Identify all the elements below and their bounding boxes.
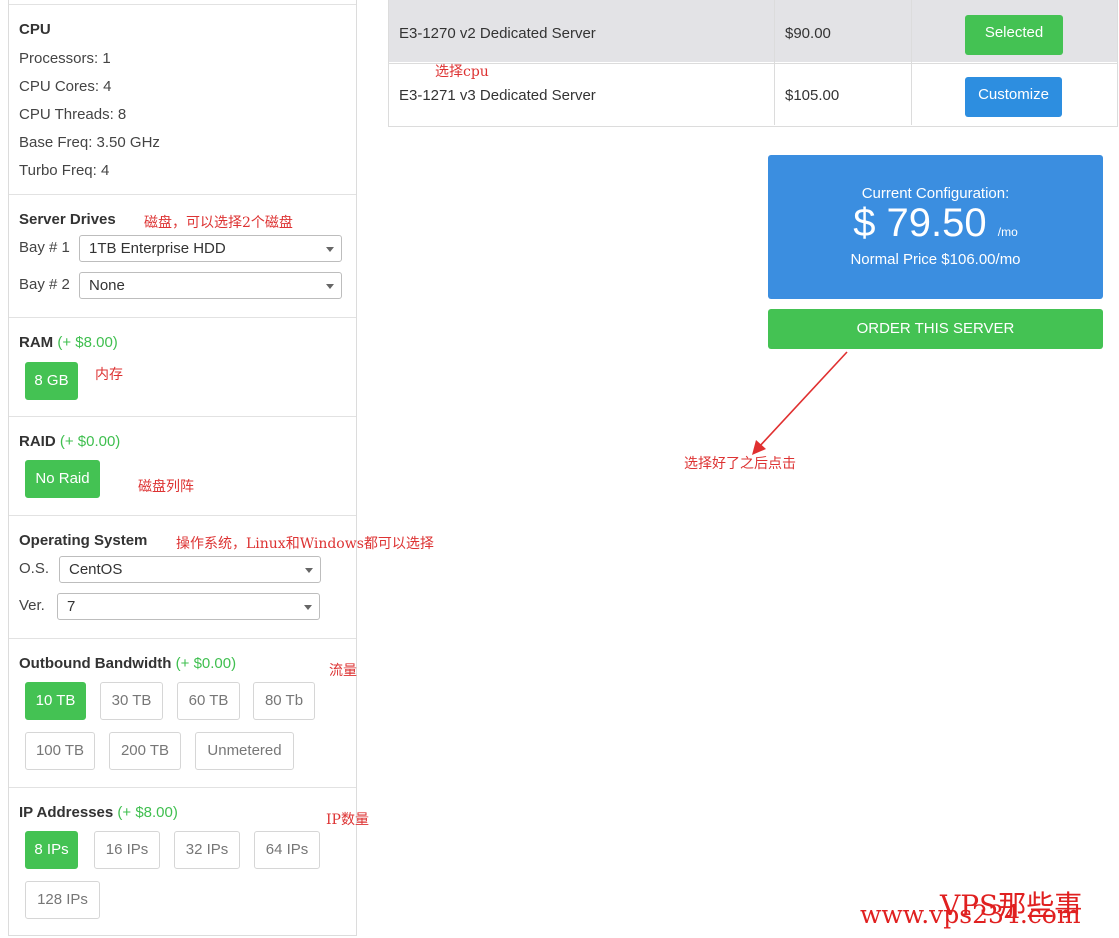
annotation-cpu: 选择cpu [435, 64, 489, 80]
cpu-section: CPU Processors: 1 CPU Cores: 4 CPU Threa… [9, 4, 356, 195]
annotation-arrow-icon [752, 351, 848, 455]
ips-title: IP Addresses (+ $8.00) [19, 804, 178, 821]
server-row-selected: E3-1270 v2 Dedicated Server $90.00 Selec… [389, 0, 1117, 62]
server-name: E3-1271 v3 Dedicated Server [399, 87, 596, 104]
bay2-value: None [89, 277, 125, 294]
ip-option[interactable]: 64 IPs [254, 831, 320, 869]
raid-title: RAID (+ $0.00) [19, 433, 120, 450]
config-title: Current Configuration: [861, 185, 1010, 202]
ip-option[interactable]: 32 IPs [174, 831, 240, 869]
chevron-down-icon [304, 605, 312, 610]
customize-button[interactable]: Customize [965, 77, 1062, 117]
cpu-spec: Processors: 1 [19, 50, 111, 67]
cpu-title: CPU [19, 21, 51, 38]
cpu-spec: Turbo Freq: 4 [19, 162, 110, 179]
chevron-down-icon [326, 247, 334, 252]
server-row: E3-1271 v3 Dedicated Server $105.00 Cust… [389, 63, 1117, 126]
bandwidth-section: Outbound Bandwidth (+ $0.00) 10 TB 30 TB… [9, 638, 356, 788]
bandwidth-price: (+ $0.00) [175, 655, 237, 672]
ram-option[interactable]: 8 GB [25, 362, 78, 400]
bay2-label: Bay # 2 [19, 276, 70, 293]
ips-price: (+ $8.00) [117, 804, 178, 821]
server-price: $105.00 [785, 87, 840, 104]
bay1-select[interactable]: 1TB Enterprise HDD [79, 235, 342, 262]
ver-value: 7 [67, 598, 76, 615]
raid-section: RAID (+ $0.00) No Raid [9, 416, 356, 516]
ver-label: Ver. [19, 597, 45, 614]
bay1-value: 1TB Enterprise HDD [89, 240, 226, 257]
ip-option[interactable]: 8 IPs [25, 831, 78, 869]
cpu-spec: Base Freq: 3.50 GHz [19, 134, 160, 151]
bay1-label: Bay # 1 [19, 239, 70, 256]
ver-select[interactable]: 7 [57, 593, 320, 620]
raid-title-text: RAID [19, 433, 56, 450]
ip-option[interactable]: 128 IPs [25, 881, 100, 919]
chevron-down-icon [305, 568, 313, 573]
ram-title: RAM (+ $8.00) [19, 334, 118, 351]
os-title: Operating System [19, 532, 148, 549]
bandwidth-option[interactable]: Unmetered [195, 732, 294, 770]
bandwidth-title: Outbound Bandwidth (+ $0.00) [19, 655, 236, 672]
server-price: $90.00 [785, 25, 831, 42]
bandwidth-option[interactable]: 60 TB [177, 682, 240, 720]
chevron-down-icon [326, 284, 334, 289]
bandwidth-option[interactable]: 10 TB [25, 682, 86, 720]
annotation-drives: 磁盘，可以选择2个磁盘 [144, 215, 293, 231]
annotation-raid: 磁盘列阵 [138, 479, 194, 495]
normal-price: Normal Price $106.00/mo [850, 251, 1021, 268]
bandwidth-option[interactable]: 30 TB [100, 682, 163, 720]
column-divider [911, 0, 912, 125]
order-server-button[interactable]: ORDER THIS SERVER [768, 309, 1103, 349]
server-table: E3-1270 v2 Dedicated Server $90.00 Selec… [388, 0, 1118, 127]
os-select[interactable]: CentOS [59, 556, 321, 583]
config-price: $ 79.50 [853, 201, 987, 245]
raid-option[interactable]: No Raid [25, 460, 100, 498]
config-panel: CPU Processors: 1 CPU Cores: 4 CPU Threa… [8, 0, 357, 936]
watermark-url: www.vps234.com [860, 900, 1081, 929]
annotation-os: 操作系统，Linux和Windows都可以选择 [176, 536, 434, 552]
bay2-select[interactable]: None [79, 272, 342, 299]
config-price-line: $ 79.50 /mo [768, 201, 1103, 246]
cpu-spec: CPU Cores: 4 [19, 78, 112, 95]
cpu-spec: CPU Threads: 8 [19, 106, 127, 123]
selected-button[interactable]: Selected [965, 15, 1063, 55]
bandwidth-option[interactable]: 80 Tb [253, 682, 315, 720]
raid-price: (+ $0.00) [59, 433, 121, 450]
ips-section: IP Addresses (+ $8.00) 8 IPs 16 IPs 32 I… [9, 787, 356, 937]
annotation-bandwidth: 流量 [329, 663, 357, 679]
ram-price: (+ $8.00) [57, 334, 118, 351]
os-value: CentOS [69, 561, 123, 578]
config-price-unit: /mo [997, 225, 1018, 239]
bandwidth-option[interactable]: 200 TB [109, 732, 181, 770]
ram-title-text: RAM [19, 334, 54, 351]
server-name: E3-1270 v2 Dedicated Server [399, 25, 596, 42]
bandwidth-option[interactable]: 100 TB [25, 732, 95, 770]
drives-title: Server Drives [19, 211, 116, 228]
bandwidth-title-text: Outbound Bandwidth [19, 655, 172, 672]
os-label: O.S. [19, 560, 50, 577]
annotation-ips: IP数量 [326, 812, 369, 828]
current-configuration-box: Current Configuration: $ 79.50 /mo Norma… [768, 155, 1103, 299]
column-divider [774, 0, 775, 125]
annotation-ram: 内存 [95, 367, 123, 383]
annotation-order: 选择好了之后点击 [684, 456, 796, 472]
ram-section: RAM (+ $8.00) 8 GB [9, 317, 356, 417]
ip-option[interactable]: 16 IPs [94, 831, 160, 869]
ips-title-text: IP Addresses [19, 804, 114, 821]
